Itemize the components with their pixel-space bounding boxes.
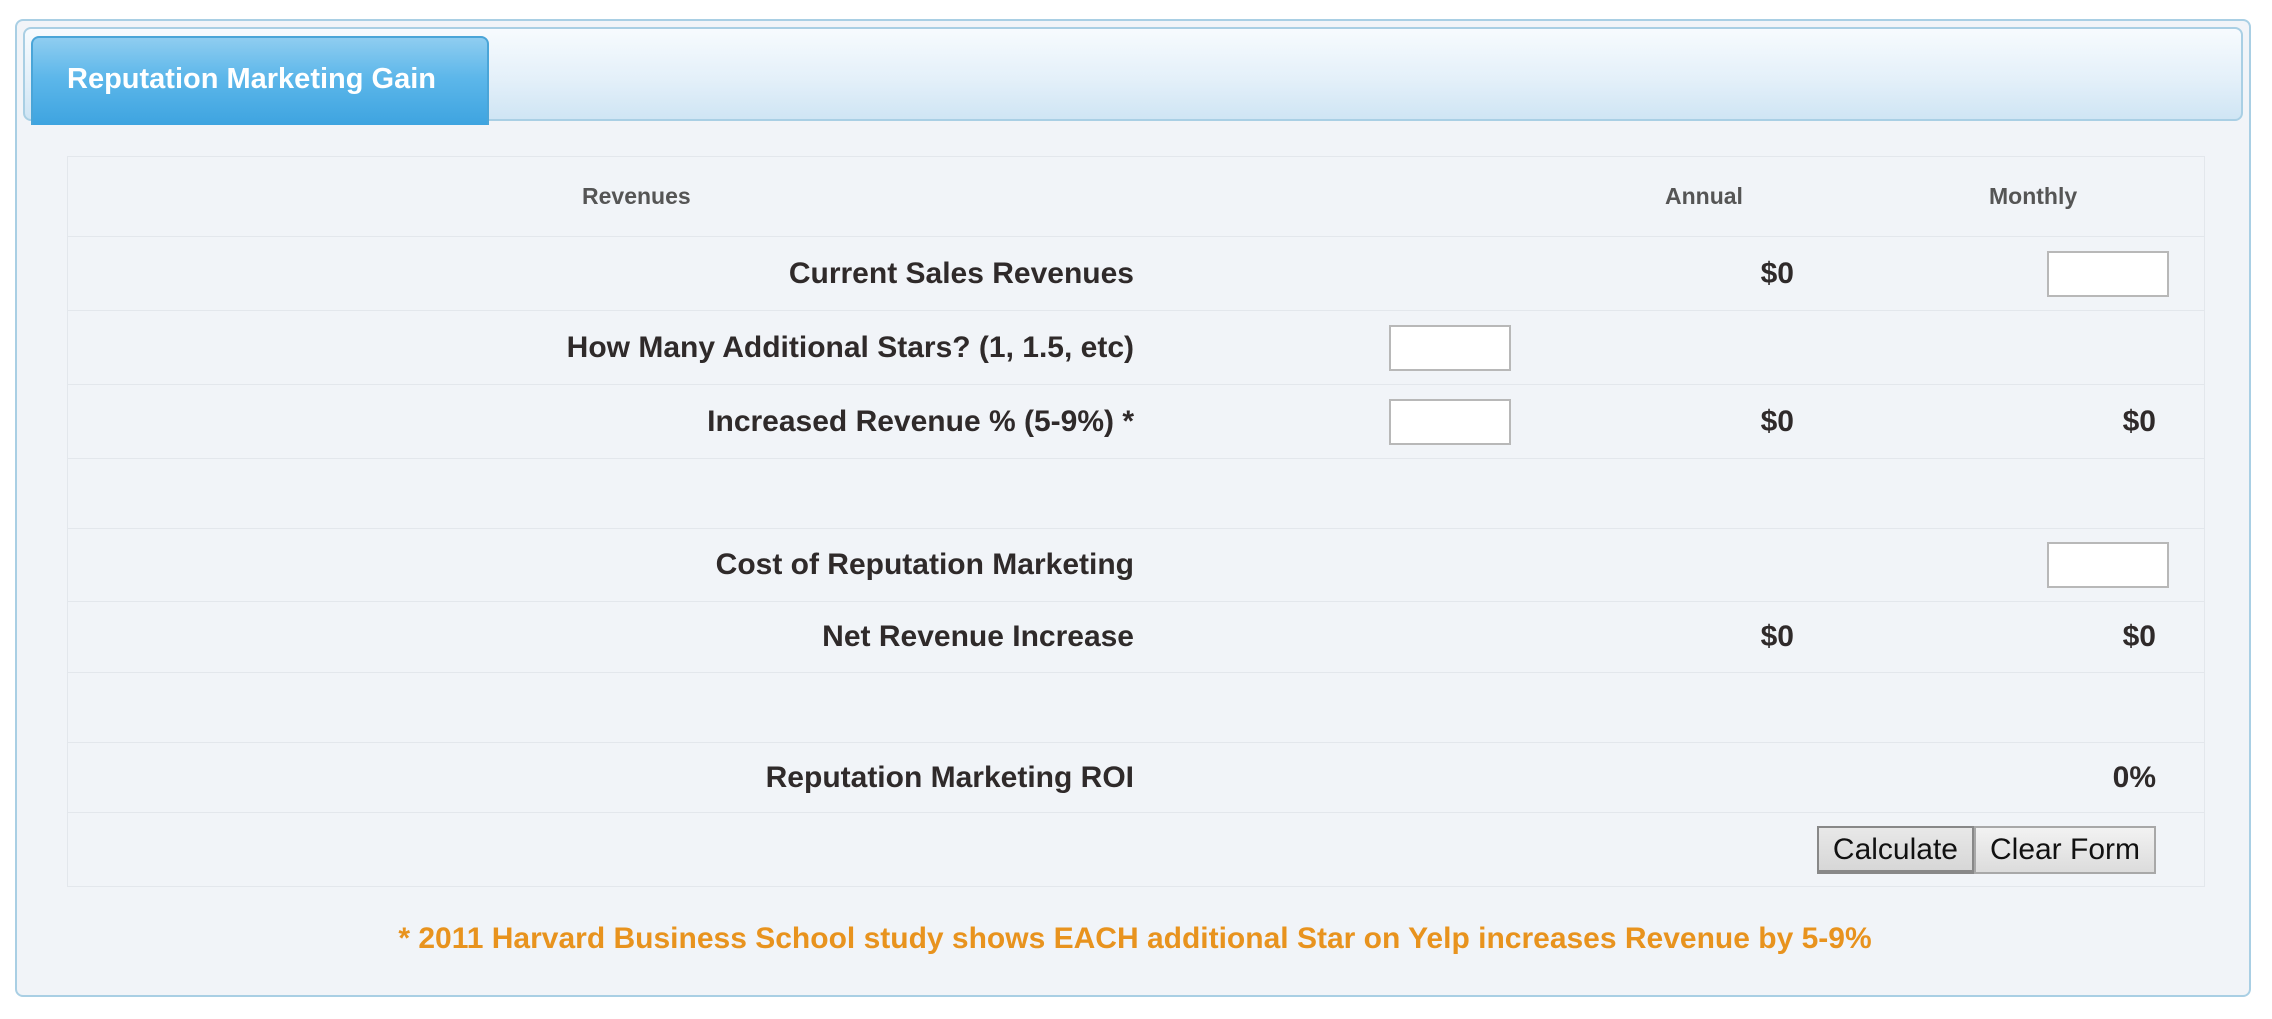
row-cost: Cost of Reputation Marketing <box>68 529 2204 602</box>
row-increased-revenue: Increased Revenue % (5-9%) * $0 $0 <box>68 385 2204 459</box>
additional-stars-input[interactable] <box>1389 324 1511 371</box>
tab-bar: Reputation Marketing Gain <box>23 27 2243 125</box>
footnote: * 2011 Harvard Business School study sho… <box>398 922 1872 955</box>
row-additional-stars: How Many Additional Stars? (1, 1.5, etc) <box>68 311 2204 385</box>
cost-monthly-input[interactable] <box>2047 542 2169 588</box>
calculate-button[interactable]: Calculate <box>1816 825 1974 874</box>
row-buttons: Calculate Clear Form <box>68 813 2204 886</box>
increased-revenue-label: Increased Revenue % (5-9%) * <box>707 404 1134 438</box>
calculator-table: Revenues Annual Monthly Current Sales Re… <box>67 156 2205 887</box>
current-sales-monthly-input[interactable] <box>2047 250 2169 297</box>
column-header-annual: Annual <box>1665 183 1743 209</box>
header-row: Revenues Annual Monthly <box>68 157 2204 237</box>
current-sales-monthly-cell <box>2047 237 2169 310</box>
additional-stars-cell <box>1389 311 1511 384</box>
current-sales-annual: $0 <box>1760 256 1794 290</box>
column-header-monthly: Monthly <box>1989 183 2078 209</box>
roi-label: Reputation Marketing ROI <box>765 760 1134 794</box>
cost-label: Cost of Reputation Marketing <box>715 548 1134 581</box>
increased-revenue-input[interactable] <box>1389 398 1511 445</box>
cost-monthly-cell <box>2047 529 2169 601</box>
spacer-row <box>68 459 2204 529</box>
column-header-revenues: Revenues <box>582 183 691 209</box>
clear-form-button[interactable]: Clear Form <box>1973 825 2156 874</box>
increased-revenue-annual: $0 <box>1760 404 1794 438</box>
row-roi: Reputation Marketing ROI 0% <box>68 743 2204 813</box>
net-increase-monthly: $0 <box>2122 620 2156 653</box>
increased-revenue-cell <box>1389 385 1511 458</box>
net-increase-annual: $0 <box>1760 620 1794 653</box>
roi-value: 0% <box>2112 760 2156 794</box>
tab-reputation-marketing-gain[interactable]: Reputation Marketing Gain <box>31 36 489 125</box>
additional-stars-label: How Many Additional Stars? (1, 1.5, etc) <box>566 330 1134 364</box>
calculator-panel: Reputation Marketing Gain Revenues Annua… <box>15 19 2251 997</box>
row-current-sales: Current Sales Revenues $0 <box>68 237 2204 311</box>
increased-revenue-monthly: $0 <box>2122 404 2156 438</box>
current-sales-label: Current Sales Revenues <box>788 256 1134 290</box>
net-increase-label: Net Revenue Increase <box>822 620 1134 653</box>
spacer-row <box>68 673 2204 743</box>
row-net-increase: Net Revenue Increase $0 $0 <box>68 602 2204 673</box>
button-group: Calculate Clear Form <box>1816 813 2156 886</box>
